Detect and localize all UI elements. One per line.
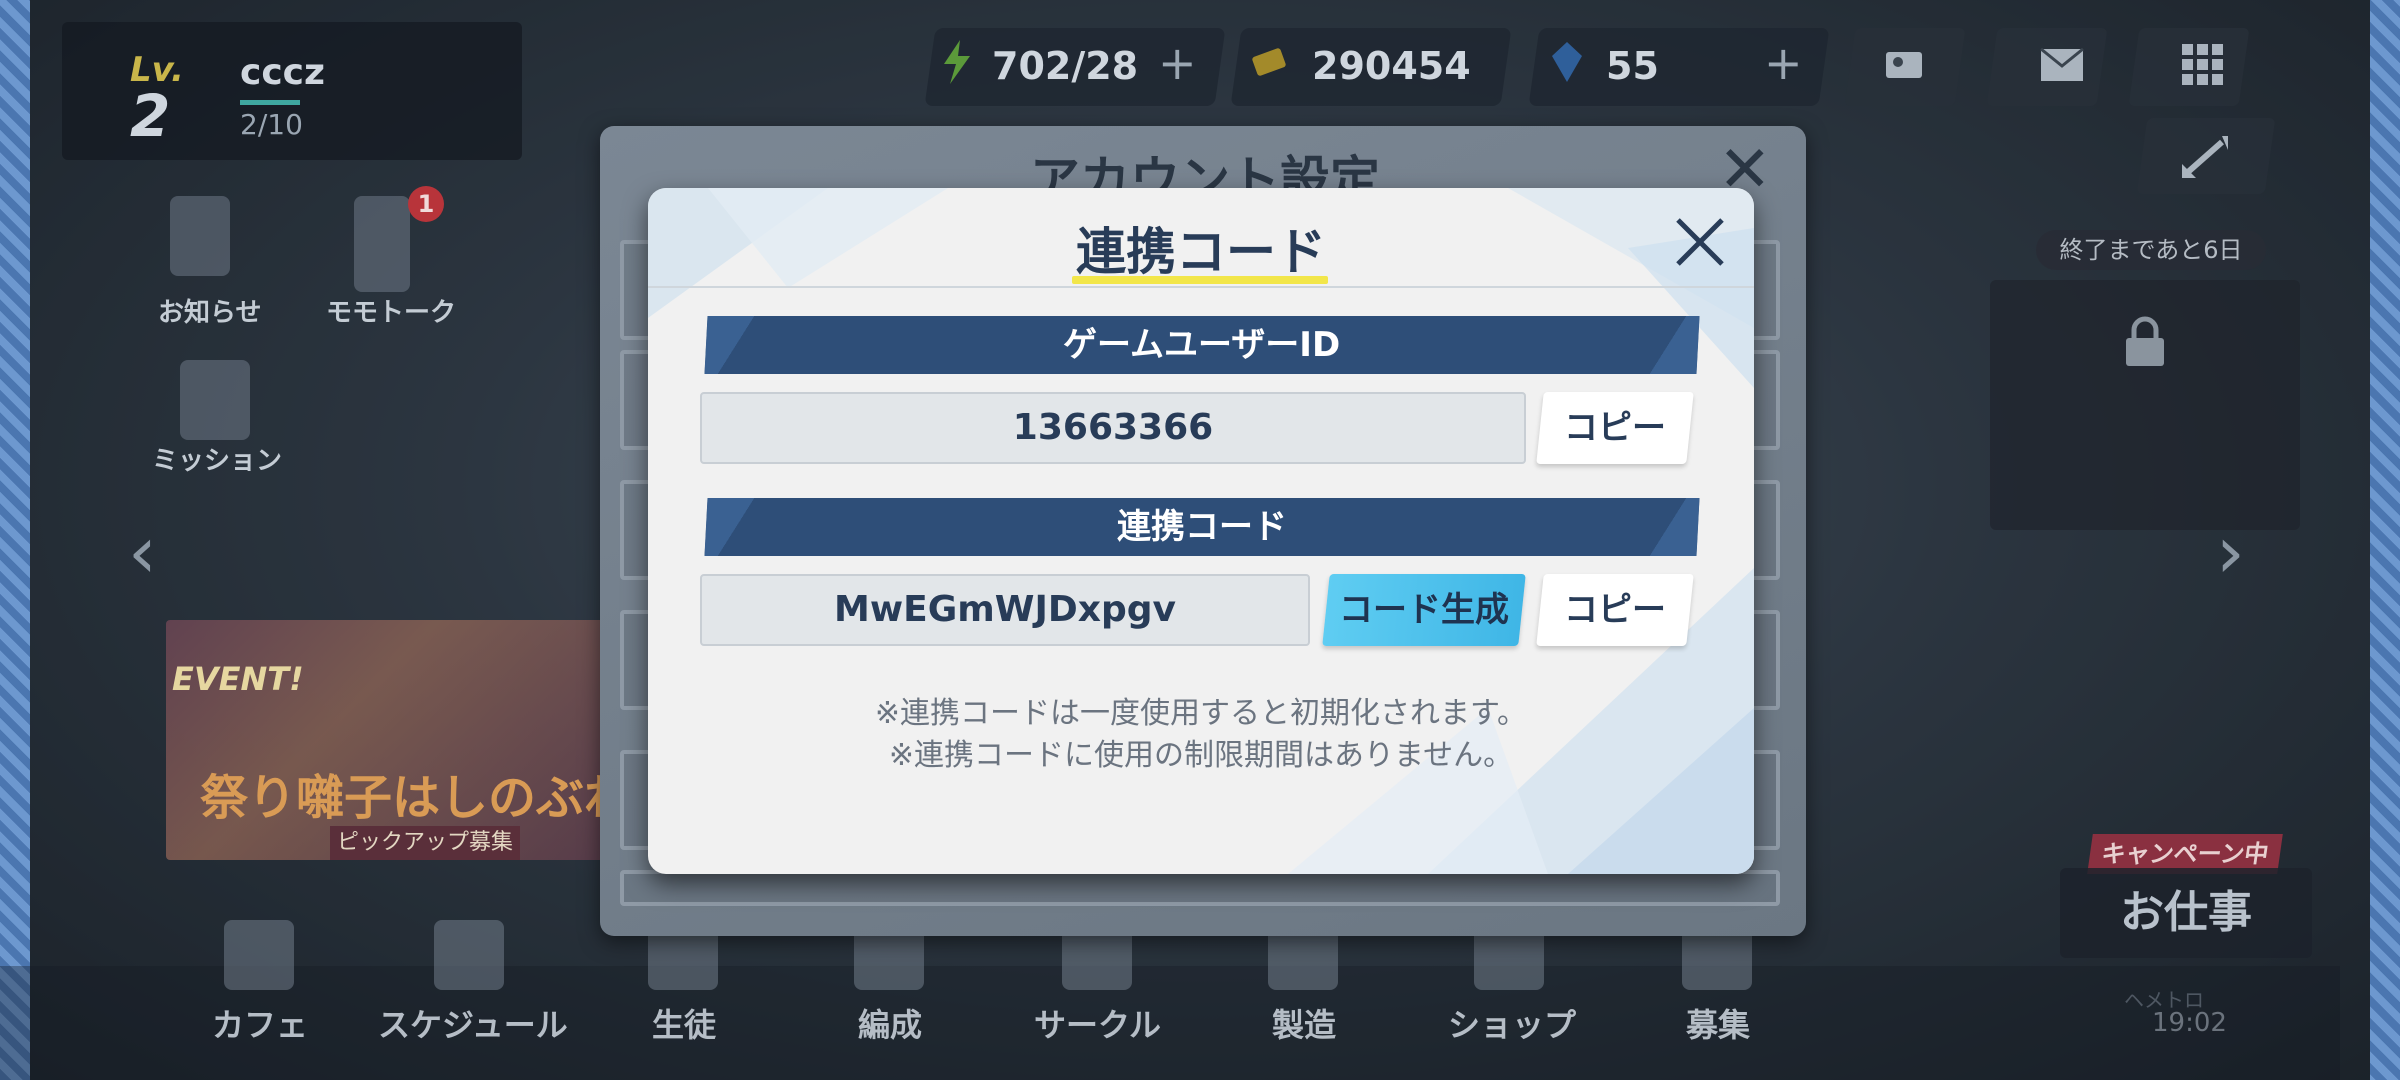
note-reset: ※連携コードは一度使用すると初期化されます。 bbox=[874, 696, 1528, 731]
credit-icon bbox=[1252, 48, 1286, 76]
link-code-header-label: 連携コード bbox=[1117, 507, 1287, 547]
close-icon[interactable] bbox=[1668, 210, 1732, 274]
mail-icon bbox=[2040, 48, 2084, 81]
event-timer: 終了まであと6日 bbox=[2036, 230, 2266, 270]
header-stripe bbox=[704, 316, 768, 374]
player-name: cccz bbox=[240, 52, 325, 93]
copy-code-button[interactable]: コピー bbox=[1536, 574, 1694, 646]
news-label: お知らせ bbox=[158, 298, 262, 328]
expand-icon bbox=[2182, 136, 2228, 178]
link-code-header: 連携コード bbox=[704, 498, 1700, 556]
xp-text: 2/10 bbox=[240, 108, 303, 141]
title-divider bbox=[648, 286, 1754, 288]
dialog-title: 連携コード bbox=[1076, 223, 1326, 281]
gem-icon bbox=[1552, 42, 1582, 82]
stamina-value: 702/28 bbox=[992, 44, 1139, 88]
nav-crafting[interactable]: 製造 bbox=[1272, 1000, 1336, 1046]
title-underline bbox=[1072, 276, 1328, 284]
gems-value: 55 bbox=[1606, 44, 1659, 88]
schedule-icon[interactable] bbox=[434, 920, 504, 990]
xp-bar bbox=[240, 100, 300, 105]
work-button[interactable]: お仕事 bbox=[2060, 868, 2312, 958]
lock-icon bbox=[2126, 316, 2164, 366]
user-id-header-label: ゲームユーザーID bbox=[1063, 325, 1341, 365]
nav-formation[interactable]: 編成 bbox=[858, 1000, 922, 1046]
link-code-dialog: 連携コード ゲームユーザーID 13663366 コピー 連携コード MwEGm… bbox=[648, 188, 1754, 874]
nav-schedule[interactable]: スケジュール bbox=[378, 1000, 568, 1046]
mission-icon[interactable] bbox=[180, 360, 250, 440]
settings-row bbox=[620, 870, 1780, 906]
mission-label: ミッション bbox=[152, 446, 283, 476]
user-id-field: 13663366 bbox=[700, 392, 1526, 464]
lightning-icon bbox=[944, 40, 970, 84]
note-no-expiry: ※連携コードに使用の制限期間はありません。 bbox=[888, 738, 1514, 773]
profile-card-icon bbox=[1886, 52, 1922, 78]
momotalk-label: モモトーク bbox=[326, 298, 457, 328]
cafe-icon[interactable] bbox=[224, 920, 294, 990]
nav-shop[interactable]: ショップ bbox=[1448, 1000, 1576, 1046]
user-id-header: ゲームユーザーID bbox=[704, 316, 1700, 374]
megaphone-icon[interactable] bbox=[170, 196, 230, 276]
grid-menu-icon bbox=[2182, 44, 2223, 85]
gems-plus-button[interactable]: + bbox=[1764, 36, 1803, 90]
copy-button-label: コピー bbox=[1564, 408, 1666, 448]
nav-students[interactable]: 生徒 bbox=[652, 1000, 716, 1046]
event-word: EVENT! bbox=[172, 660, 304, 698]
nav-recruit[interactable]: 募集 bbox=[1686, 1000, 1750, 1046]
generate-button-label: コード生成 bbox=[1339, 590, 1509, 630]
credits-value: 290454 bbox=[1312, 44, 1471, 88]
link-code-field: MwEGmWJDxpgv bbox=[700, 574, 1310, 646]
event-subtitle: ピックアップ募集 bbox=[330, 826, 520, 860]
header-stripe bbox=[1636, 316, 1700, 374]
momotalk-icon[interactable] bbox=[354, 196, 410, 292]
header-stripe bbox=[704, 498, 768, 556]
momotalk-badge: 1 bbox=[408, 186, 444, 222]
stamina-plus-button[interactable]: + bbox=[1158, 36, 1197, 90]
nav-cafe[interactable]: カフェ bbox=[212, 1000, 308, 1046]
copy-button-label: コピー bbox=[1564, 590, 1666, 630]
nav-circle[interactable]: サークル bbox=[1034, 1000, 1161, 1046]
chevron-left-icon[interactable]: ‹ bbox=[128, 510, 157, 594]
generate-code-button[interactable]: コード生成 bbox=[1322, 574, 1526, 646]
copy-user-id-button[interactable]: コピー bbox=[1536, 392, 1694, 464]
header-stripe bbox=[1636, 498, 1700, 556]
bottom-nav-bar bbox=[0, 966, 2340, 1080]
level-value: 2 bbox=[130, 82, 171, 150]
